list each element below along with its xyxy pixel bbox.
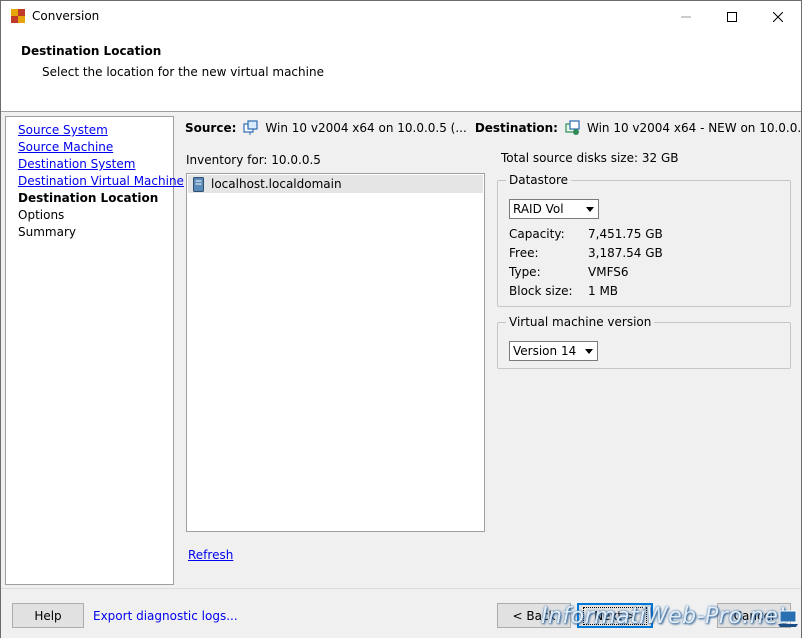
datastore-select[interactable]: RAID Vol bbox=[509, 199, 599, 219]
nav-item-source-system[interactable]: Source System bbox=[18, 123, 108, 137]
refresh-link[interactable]: Refresh bbox=[188, 548, 233, 562]
datastore-legend: Datastore bbox=[506, 173, 572, 187]
destination-value: Win 10 v2004 x64 - NEW on 10.0.0.5 (... bbox=[586, 121, 802, 135]
block-size-value: 1 MB bbox=[588, 284, 619, 298]
wizard-header: Destination Location Select the location… bbox=[1, 32, 801, 112]
vm-version-legend: Virtual machine version bbox=[506, 315, 655, 329]
destination-vm-icon bbox=[565, 120, 580, 135]
chevron-down-icon bbox=[582, 201, 597, 217]
maximize-button[interactable] bbox=[709, 1, 755, 32]
datastore-selected: RAID Vol bbox=[513, 202, 564, 216]
export-logs-link[interactable]: Export diagnostic logs... bbox=[93, 609, 238, 623]
page-subtitle: Select the location for the new virtual … bbox=[42, 65, 324, 79]
maximize-icon bbox=[727, 11, 737, 22]
total-disk-size: Total source disks size: 32 GB bbox=[501, 151, 679, 165]
inventory-label-text: Inventory for: bbox=[186, 153, 268, 167]
watermark-logo-icon bbox=[778, 610, 798, 627]
vm-version-selected: Version 14 bbox=[513, 344, 577, 358]
block-size-label: Block size: bbox=[509, 284, 573, 298]
wizard-steps-nav: Source System Source Machine Destination… bbox=[5, 116, 184, 585]
nav-item-source-machine[interactable]: Source Machine bbox=[18, 140, 113, 154]
title-bar: Conversion bbox=[1, 1, 801, 32]
tree-item-localhost[interactable]: localhost.localdomain bbox=[188, 175, 483, 193]
inventory-label: Inventory for: 10.0.0.5 bbox=[186, 153, 321, 167]
inventory-host: 10.0.0.5 bbox=[271, 153, 321, 167]
app-icon bbox=[11, 9, 25, 23]
source-vm-icon bbox=[243, 120, 259, 135]
close-button[interactable] bbox=[755, 1, 801, 32]
capacity-value: 7,451.75 GB bbox=[588, 227, 663, 241]
window-title: Conversion bbox=[32, 9, 100, 23]
close-icon bbox=[773, 11, 783, 22]
source-label: Source: bbox=[185, 121, 237, 135]
destination-label: Destination: bbox=[474, 121, 558, 135]
vm-version-select[interactable]: Version 14 bbox=[509, 341, 598, 361]
help-button[interactable]: Help bbox=[12, 603, 84, 628]
total-disk-value: 32 GB bbox=[641, 151, 679, 165]
free-value: 3,187.54 GB bbox=[588, 246, 663, 260]
minimize-icon bbox=[681, 16, 691, 17]
source-destination-summary: Source: Win 10 v2004 x64 on 10.0.0.5 (..… bbox=[185, 120, 802, 136]
conversion-window: Conversion Destination Location Select t… bbox=[0, 0, 802, 638]
watermark-text: InformatiWeb-Pro.net bbox=[541, 604, 788, 629]
page-title: Destination Location bbox=[21, 44, 162, 58]
nav-item-options: Options bbox=[18, 208, 65, 222]
chevron-down-icon bbox=[581, 343, 596, 359]
inventory-tree[interactable]: localhost.localdomain bbox=[186, 173, 485, 532]
source-value: Win 10 v2004 x64 on 10.0.0.5 (... bbox=[265, 121, 467, 135]
type-label: Type: bbox=[509, 265, 541, 279]
tree-item-label: localhost.localdomain bbox=[211, 177, 342, 191]
free-label: Free: bbox=[509, 246, 539, 260]
nav-item-summary: Summary bbox=[18, 225, 76, 239]
host-icon bbox=[193, 176, 204, 192]
total-disk-label: Total source disks size: bbox=[501, 151, 639, 165]
minimize-button[interactable] bbox=[663, 1, 709, 32]
capacity-label: Capacity: bbox=[509, 227, 565, 241]
type-value: VMFS6 bbox=[588, 265, 629, 279]
nav-item-destination-virtual-machine[interactable]: Destination Virtual Machine bbox=[18, 174, 184, 188]
nav-item-destination-location: Destination Location bbox=[18, 191, 159, 205]
nav-item-destination-system[interactable]: Destination System bbox=[18, 157, 135, 171]
